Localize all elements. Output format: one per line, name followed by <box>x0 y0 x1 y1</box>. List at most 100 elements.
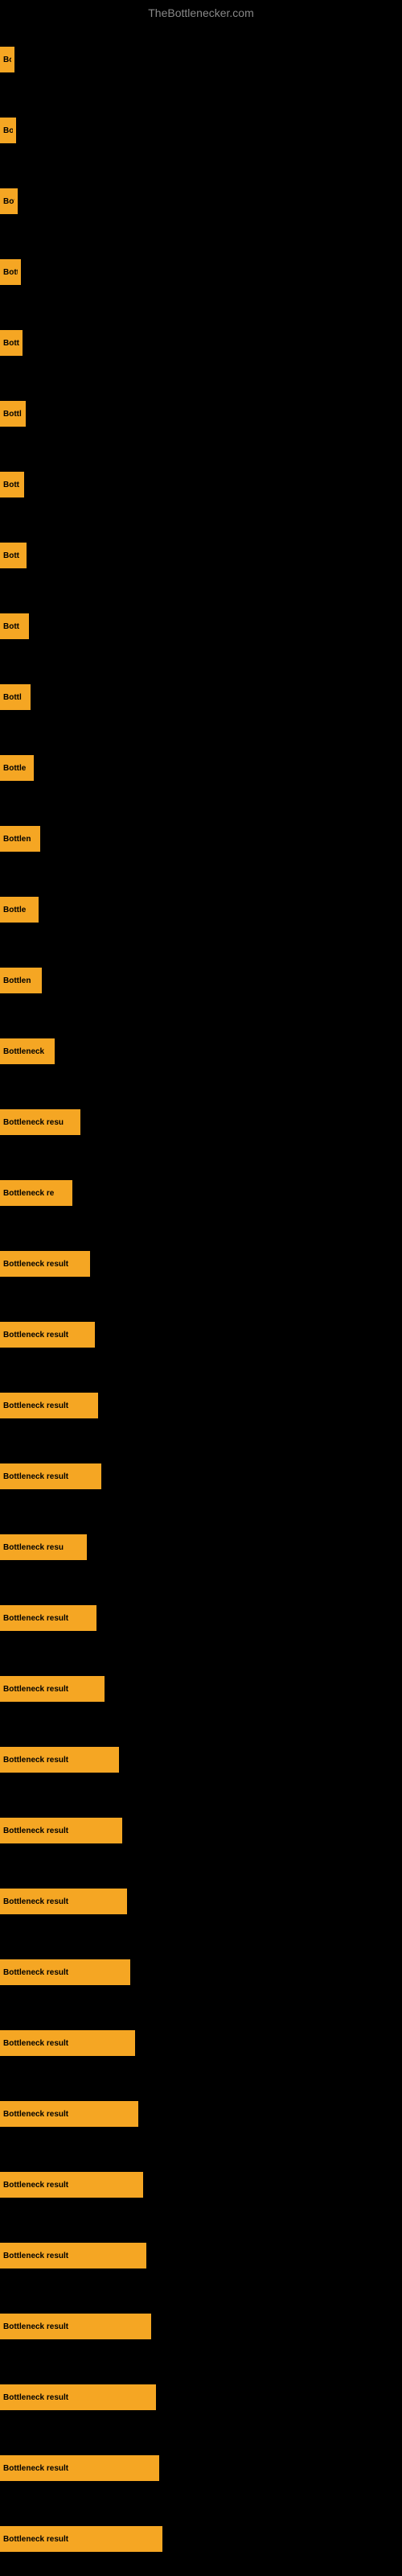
result-bar: Bottleneck result <box>0 1322 95 1348</box>
result-bar: Bottleneck result <box>0 2172 143 2198</box>
bar-row: Bottleneck resu <box>0 1512 402 1583</box>
bar-row: Bottleneck result <box>0 1299 402 1370</box>
result-bar: Bottleneck result <box>0 2526 162 2552</box>
bar-row: Bottle <box>0 874 402 945</box>
bar-row: Bo <box>0 24 402 95</box>
bar-row: Bott <box>0 237 402 308</box>
bar-row: Bottleneck result <box>0 2291 402 2362</box>
result-bar: Bottleneck result <box>0 2455 159 2481</box>
bar-label: Bottleneck result <box>3 2039 68 2048</box>
bar-row: Bottleneck <box>0 1016 402 1087</box>
bar-label: Bottleneck result <box>3 1614 68 1623</box>
result-bar: Bott <box>0 543 27 568</box>
bar-row: Bottlen <box>0 803 402 874</box>
bar-label: Bottleneck result <box>3 1260 68 1269</box>
bar-row: Bottleneck result <box>0 2220 402 2291</box>
bar-label: Bo <box>3 126 13 135</box>
bar-row: Bottleneck result <box>0 1441 402 1512</box>
bar-label: Bottleneck <box>3 1047 44 1056</box>
bar-label: Bott <box>3 268 18 277</box>
bar-label: Bottleneck result <box>3 2110 68 2119</box>
bar-label: Bottlen <box>3 976 31 985</box>
result-bar: Bottlen <box>0 826 40 852</box>
bar-row: Bottleneck result <box>0 1795 402 1866</box>
bar-label: Bo <box>3 56 11 64</box>
bar-label: Bottleneck result <box>3 1685 68 1694</box>
result-bar: Bottleneck result <box>0 1676 105 1702</box>
result-bar: Bottleneck result <box>0 1747 119 1773</box>
bar-row: Bottleneck result <box>0 2008 402 2079</box>
bars-container: Bo Bo Bot Bott Bott Bottl Bott Bott Bott Bottl Bot… <box>0 24 402 2574</box>
bar-label: Bottl <box>3 693 22 702</box>
bar-label: Bott <box>3 622 19 631</box>
bar-label: Bott <box>3 551 19 560</box>
result-bar: Bottleneck result <box>0 1463 101 1489</box>
bar-row: Bottleneck result <box>0 1937 402 2008</box>
result-bar: Bottleneck result <box>0 1959 130 1985</box>
result-bar: Bottleneck result <box>0 1605 96 1631</box>
bar-label: Bottleneck resu <box>3 1118 64 1127</box>
bar-row: Bottlen <box>0 945 402 1016</box>
bar-row: Bottleneck result <box>0 2504 402 2574</box>
bar-row: Bottleneck result <box>0 2433 402 2504</box>
result-bar: Bott <box>0 472 24 497</box>
bar-row: Bottleneck re <box>0 1158 402 1228</box>
result-bar: Bottleneck result <box>0 2101 138 2127</box>
bar-label: Bottleneck result <box>3 2393 68 2402</box>
result-bar: Bottlen <box>0 968 42 993</box>
result-bar: Bottleneck <box>0 1038 55 1064</box>
bar-label: Bottleneck result <box>3 1402 68 1410</box>
bar-label: Bott <box>3 339 19 348</box>
bar-row: Bot <box>0 166 402 237</box>
result-bar: Bottleneck result <box>0 2384 156 2410</box>
bar-label: Bottle <box>3 764 26 773</box>
result-bar: Bott <box>0 613 29 639</box>
result-bar: Bottleneck result <box>0 2030 135 2056</box>
result-bar: Bottl <box>0 401 26 427</box>
bar-row: Bott <box>0 449 402 520</box>
bar-label: Bottleneck result <box>3 1331 68 1340</box>
bar-row: Bottleneck result <box>0 1583 402 1653</box>
bar-label: Bott <box>3 481 19 489</box>
bar-label: Bottleneck result <box>3 1827 68 1835</box>
bar-label: Bottleneck result <box>3 1472 68 1481</box>
bar-row: Bottleneck result <box>0 2149 402 2220</box>
bar-row: Bottleneck result <box>0 1653 402 1724</box>
bar-row: Bott <box>0 591 402 662</box>
result-bar: Bottleneck re <box>0 1180 72 1206</box>
bar-row: Bottl <box>0 662 402 733</box>
bar-label: Bottleneck result <box>3 2322 68 2331</box>
bar-label: Bottleneck result <box>3 2252 68 2260</box>
bar-row: Bottleneck result <box>0 2079 402 2149</box>
bar-label: Bottleneck result <box>3 1968 68 1977</box>
result-bar: Bottl <box>0 684 31 710</box>
bar-label: Bot <box>3 197 14 206</box>
bar-label: Bottleneck re <box>3 1189 54 1198</box>
bar-row: Bottleneck result <box>0 1866 402 1937</box>
result-bar: Bottleneck result <box>0 1393 98 1418</box>
result-bar: Bottleneck resu <box>0 1109 80 1135</box>
bar-row: Bottleneck result <box>0 2362 402 2433</box>
result-bar: Bottleneck resu <box>0 1534 87 1560</box>
bar-label: Bottleneck resu <box>3 1543 64 1552</box>
bar-label: Bottleneck result <box>3 1897 68 1906</box>
bar-row: Bottleneck resu <box>0 1087 402 1158</box>
result-bar: Bo <box>0 118 16 143</box>
result-bar: Bottleneck result <box>0 1889 127 1914</box>
result-bar: Bottleneck result <box>0 2314 151 2339</box>
result-bar: Bott <box>0 259 21 285</box>
bar-label: Bottle <box>3 906 26 914</box>
bar-row: Bott <box>0 520 402 591</box>
bar-label: Bottleneck result <box>3 2181 68 2190</box>
bar-row: Bott <box>0 308 402 378</box>
bar-label: Bottleneck result <box>3 2535 68 2544</box>
bar-row: Bottle <box>0 733 402 803</box>
bar-label: Bottleneck result <box>3 2464 68 2473</box>
result-bar: Bottleneck result <box>0 1251 90 1277</box>
result-bar: Bottle <box>0 897 39 923</box>
bar-row: Bottleneck result <box>0 1724 402 1795</box>
bar-label: Bottleneck result <box>3 1756 68 1765</box>
result-bar: Bo <box>0 47 14 72</box>
bar-row: Bottl <box>0 378 402 449</box>
result-bar: Bot <box>0 188 18 214</box>
